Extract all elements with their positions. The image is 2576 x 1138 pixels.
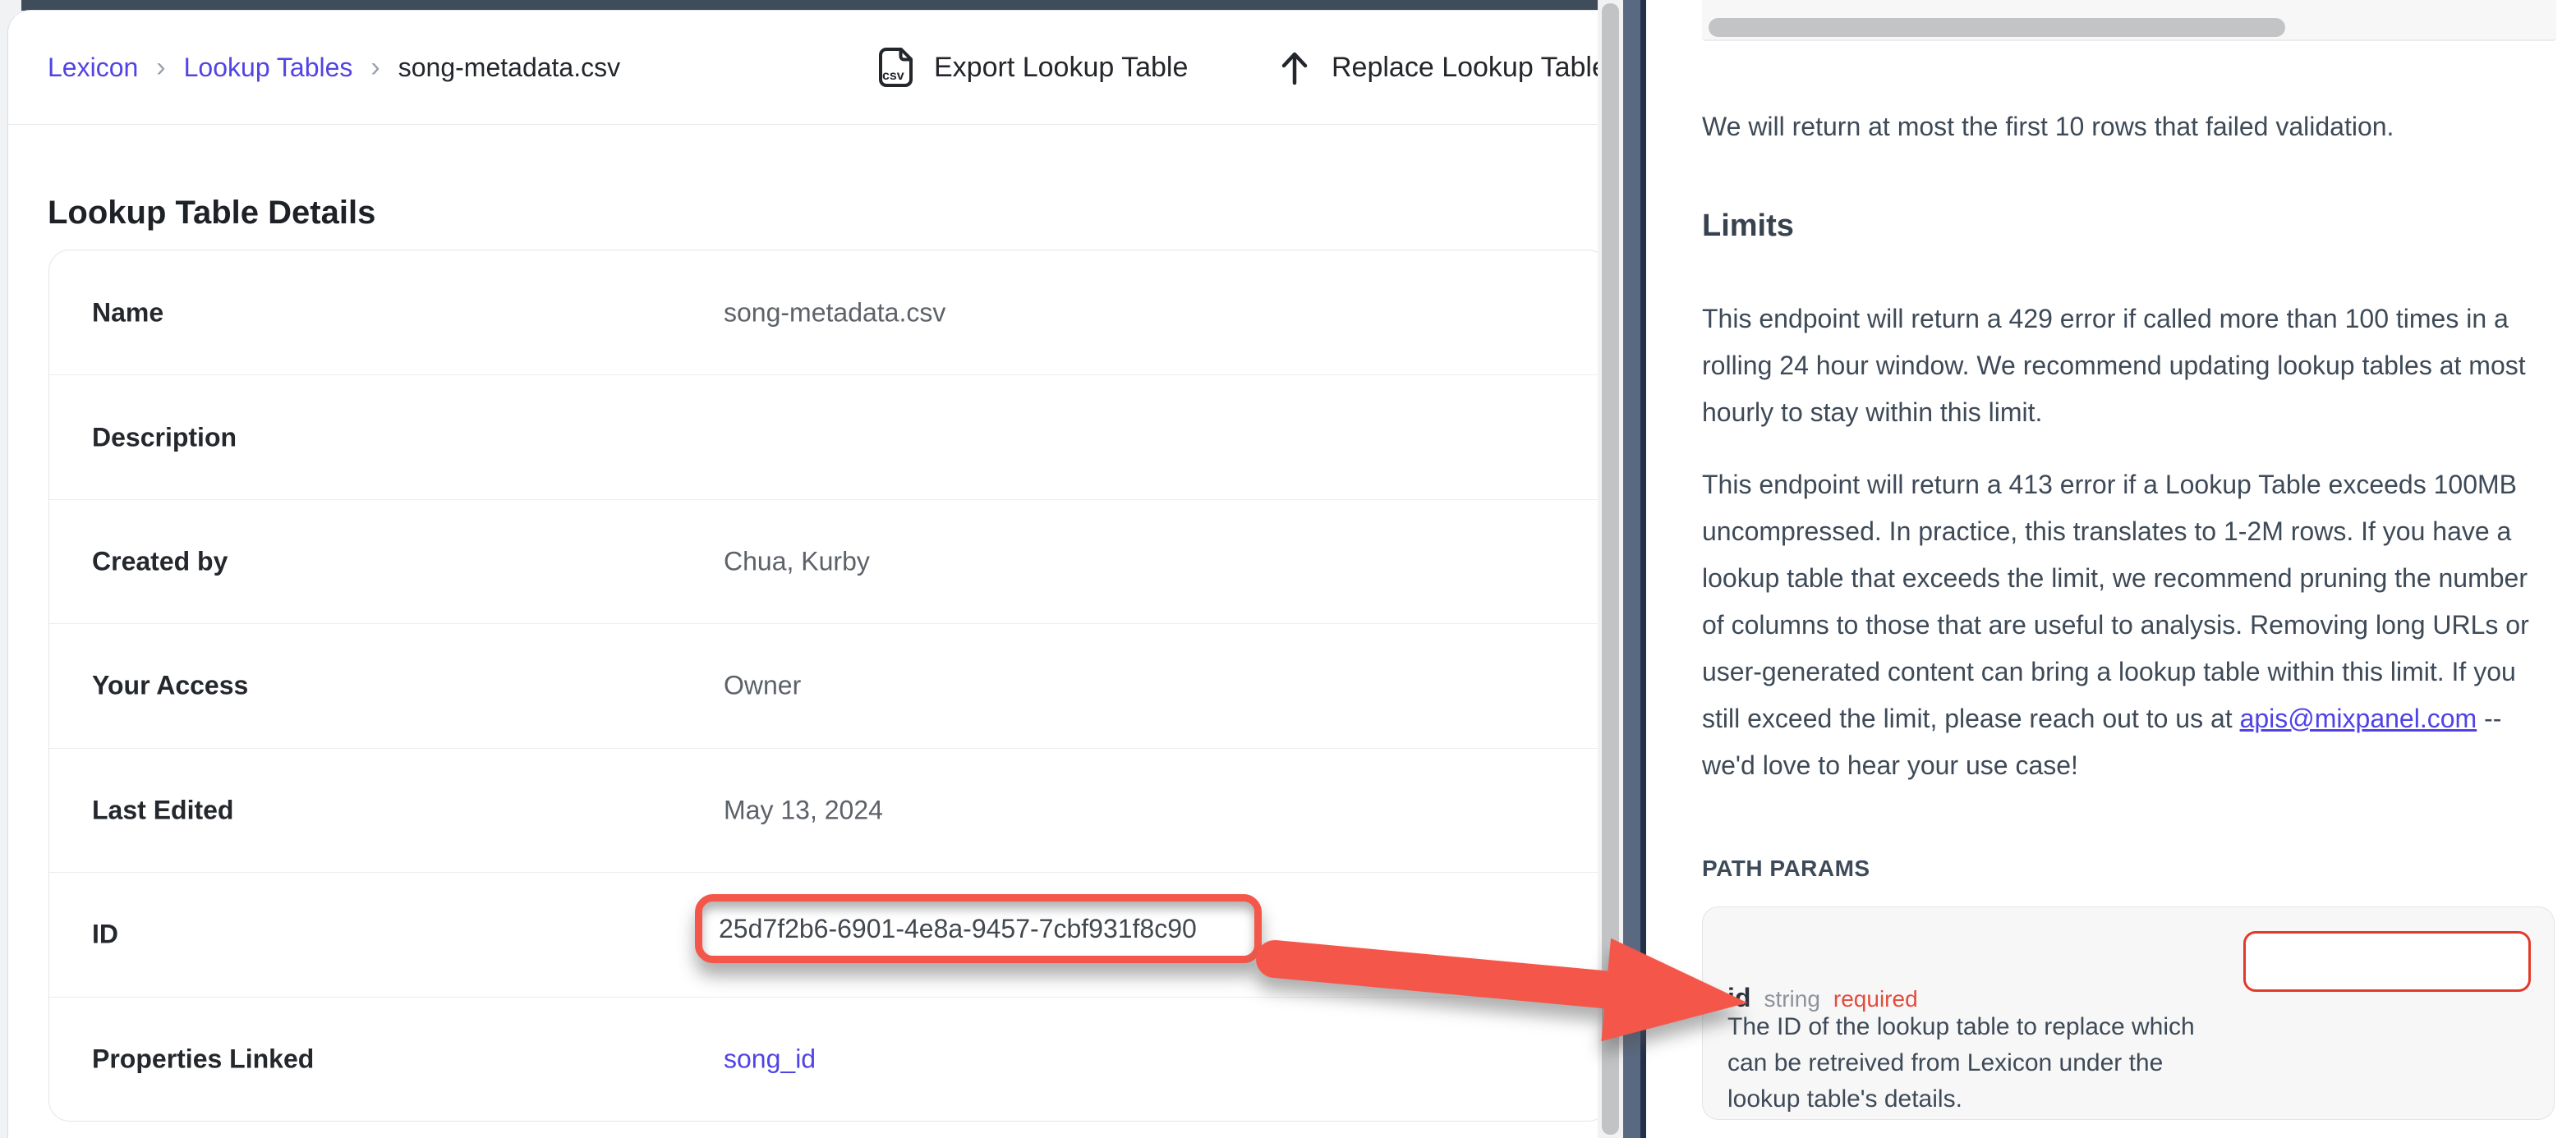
row-value: song-metadata.csv	[724, 297, 945, 328]
page-header: Lexicon › Lookup Tables › song-metadata.…	[8, 11, 1598, 124]
lookup-table-id-value: 25d7f2b6-6901-4e8a-9457-7cbf931f8c90	[719, 914, 1197, 944]
replace-lookup-table-button[interactable]: Replace Lookup Table	[1277, 11, 1598, 124]
row-label: Last Edited	[92, 795, 233, 825]
horizontal-scrollbar-track[interactable]	[1702, 0, 2556, 41]
row-value: May 13, 2024	[724, 795, 883, 825]
row-label: Properties Linked	[92, 1044, 314, 1074]
param-id-input[interactable]	[2243, 931, 2531, 992]
limits-paragraph-2-text: This endpoint will return a 413 error if…	[1702, 470, 2529, 733]
table-row: Your Access Owner	[49, 623, 1598, 747]
row-value: Chua, Kurby	[724, 547, 870, 577]
row-label: Description	[92, 422, 237, 452]
row-value: Owner	[724, 671, 801, 701]
table-row: Description	[49, 374, 1598, 498]
window-split-divider	[1623, 0, 1640, 1138]
docs-intro-text: We will return at most the first 10 rows…	[1702, 103, 2542, 150]
breadcrumb-lookup-tables[interactable]: Lookup Tables	[184, 53, 353, 83]
mixpanel-apis-email-link[interactable]: apis@mixpanel.com	[2240, 704, 2477, 733]
export-button-label: Export Lookup Table	[934, 52, 1188, 84]
limits-heading: Limits	[1702, 209, 1794, 244]
window-split-divider-edge	[1640, 0, 1646, 1138]
table-row: Created by Chua, Kurby	[49, 499, 1598, 623]
export-lookup-table-button[interactable]: csv Export Lookup Table	[877, 11, 1188, 124]
row-label: Name	[92, 297, 163, 328]
path-params-label: PATH PARAMS	[1702, 856, 1870, 882]
lexicon-panel: Lexicon › Lookup Tables › song-metadata.…	[0, 0, 1598, 1138]
chevron-right-icon: ›	[156, 52, 165, 84]
breadcrumb-lexicon[interactable]: Lexicon	[48, 53, 138, 83]
table-row: ID 25d7f2b6-6901-4e8a-9457-7cbf931f8c90	[49, 872, 1598, 996]
path-param-card: id string required The ID of the lookup …	[1702, 906, 2555, 1120]
details-table: Name song-metadata.csv Description Created …	[48, 250, 1598, 1122]
row-label: Your Access	[92, 671, 248, 701]
vertical-scrollbar-thumb[interactable]	[1602, 3, 1619, 1135]
table-row: Last Edited May 13, 2024	[49, 748, 1598, 872]
chevron-right-icon: ›	[370, 52, 380, 84]
arrow-up-icon	[1277, 48, 1312, 86]
limits-paragraph-1: This endpoint will return a 429 error if…	[1702, 296, 2542, 436]
table-row: Properties Linked song_id	[49, 997, 1598, 1121]
header-divider	[8, 124, 1598, 125]
param-description: The ID of the lookup table to replace wh…	[1727, 1009, 2204, 1117]
svg-text:csv: csv	[882, 69, 904, 83]
row-label: Created by	[92, 547, 228, 577]
api-docs-panel: We will return at most the first 10 rows…	[1646, 0, 2576, 1138]
breadcrumb: Lexicon › Lookup Tables › song-metadata.…	[48, 11, 620, 124]
linked-property-link[interactable]: song_id	[724, 1044, 816, 1074]
csv-file-icon: csv	[877, 47, 914, 88]
horizontal-scrollbar-thumb[interactable]	[1709, 18, 2285, 37]
breadcrumb-current-file: song-metadata.csv	[398, 53, 620, 83]
page-title: Lookup Table Details	[48, 195, 375, 232]
id-value-highlight-box: 25d7f2b6-6901-4e8a-9457-7cbf931f8c90	[695, 894, 1262, 963]
row-label: ID	[92, 920, 118, 950]
limits-paragraph-2: This endpoint will return a 413 error if…	[1702, 461, 2542, 789]
table-row: Name song-metadata.csv	[49, 250, 1598, 374]
lookup-table-page: Lexicon › Lookup Tables › song-metadata.…	[7, 10, 1598, 1138]
replace-button-label: Replace Lookup Table	[1332, 52, 1598, 84]
